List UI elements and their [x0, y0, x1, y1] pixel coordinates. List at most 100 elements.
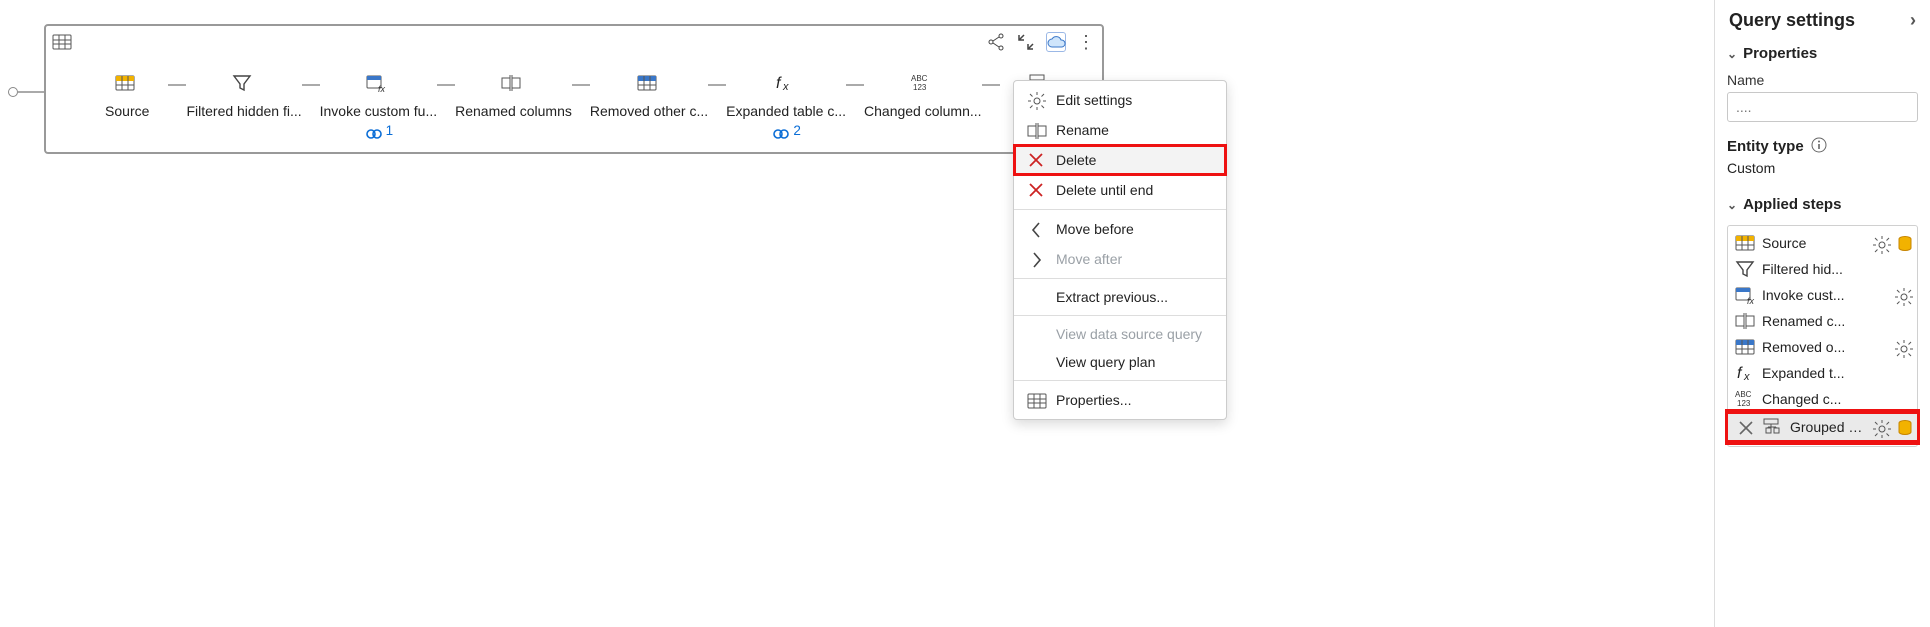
table-fx-icon — [1734, 285, 1756, 305]
ctx-edit-settings-label: Edit settings — [1056, 92, 1132, 108]
start-node — [8, 87, 18, 97]
step-connector — [437, 84, 455, 86]
rename-icon — [1734, 311, 1756, 331]
applied-step[interactable]: Expanded t... — [1728, 360, 1917, 386]
applied-step[interactable]: Removed o... — [1728, 334, 1917, 360]
table-yellow-icon — [1734, 233, 1756, 253]
group-icon — [1762, 417, 1784, 437]
chevron-right-icon — [1026, 250, 1046, 268]
abc123-icon — [1734, 389, 1756, 409]
diagram-step-label: Changed column... — [864, 103, 982, 119]
ctx-view-data-source-query-label: View data source query — [1056, 326, 1202, 342]
datasource-icon — [1895, 235, 1911, 251]
link-badge[interactable]: 1 — [364, 123, 394, 138]
gear-icon[interactable] — [1871, 234, 1889, 252]
name-field-label: Name — [1727, 72, 1918, 88]
applied-step[interactable]: Changed c... — [1728, 386, 1917, 412]
chevron-down-icon: ⌄ — [1727, 47, 1737, 61]
filter-icon — [1734, 259, 1756, 279]
step-connector — [168, 84, 186, 86]
applied-step[interactable]: Source — [1728, 230, 1917, 256]
gear-icon[interactable] — [1893, 286, 1911, 304]
applied-step[interactable]: Invoke cust... — [1728, 282, 1917, 308]
fx-icon — [772, 70, 800, 98]
step-connector — [572, 84, 590, 86]
step-connector — [846, 84, 864, 86]
query-name-input[interactable] — [1727, 92, 1918, 122]
more-options-icon[interactable]: ⋮ — [1076, 32, 1096, 52]
ctx-move-before[interactable]: Move before — [1014, 214, 1226, 244]
gear-icon[interactable] — [1893, 338, 1911, 356]
query-canvas: ⋮ Source Filtered hidden fi... Invoke cust… — [44, 24, 1104, 154]
info-icon[interactable] — [1810, 136, 1826, 156]
ctx-rename[interactable]: Rename — [1014, 115, 1226, 145]
diagram-step[interactable]: Invoke custom fu...1 — [320, 70, 438, 138]
diagram-step-label: Renamed columns — [455, 103, 572, 119]
diagram-step[interactable]: Source — [86, 70, 168, 119]
ctx-delete-label: Delete — [1056, 152, 1096, 168]
diagram-step-label: Filtered hidden fi... — [186, 103, 301, 119]
applied-step-label: Filtered hid... — [1762, 261, 1911, 277]
ctx-separator — [1014, 315, 1226, 316]
close-icon — [1026, 181, 1046, 199]
collapse-icon[interactable] — [1016, 32, 1036, 52]
query-settings-panel: Query settings › ⌄ Properties Name Entit… — [1714, 0, 1930, 627]
gear-icon[interactable] — [1871, 418, 1889, 436]
step-connector — [302, 84, 320, 86]
applied-steps-section-toggle[interactable]: ⌄ Applied steps — [1727, 194, 1918, 215]
ctx-properties[interactable]: Properties... — [1014, 385, 1226, 415]
diagram-step-label: Source — [105, 103, 149, 119]
entity-type-value: Custom — [1727, 160, 1918, 176]
diagram-step-label: Removed other c... — [590, 103, 708, 119]
panel-title: Query settings — [1729, 10, 1855, 31]
table-icon — [52, 32, 76, 56]
ctx-delete-until-end[interactable]: Delete until end — [1014, 175, 1226, 205]
diagram-step-label: Expanded table c... — [726, 103, 846, 119]
cloud-icon[interactable] — [1046, 32, 1066, 52]
ctx-rename-label: Rename — [1056, 122, 1109, 138]
ctx-view-data-source-query: View data source query — [1014, 320, 1226, 348]
chevron-left-icon — [1026, 220, 1046, 238]
gear-icon — [1026, 91, 1046, 109]
applied-step-label: Grouped ro... — [1790, 419, 1865, 435]
applied-step[interactable]: Renamed c... — [1728, 308, 1917, 334]
diagram-step[interactable]: Filtered hidden fi... — [186, 70, 301, 119]
link-badge[interactable]: 2 — [771, 123, 801, 138]
ctx-extract-previous-label: Extract previous... — [1056, 289, 1168, 305]
table-yellow-icon — [113, 70, 141, 98]
start-connector — [18, 91, 44, 93]
diagram-step[interactable]: Expanded table c... 2 — [726, 70, 846, 138]
fx-icon — [1734, 363, 1756, 383]
ctx-delete-until-end-label: Delete until end — [1056, 182, 1153, 198]
diagram-step[interactable]: Renamed columns — [455, 70, 572, 119]
filter-icon — [230, 70, 258, 98]
step-context-menu: Edit settings Rename Delete Delete until… — [1013, 80, 1227, 420]
ctx-edit-settings[interactable]: Edit settings — [1014, 85, 1226, 115]
chevron-down-icon: ⌄ — [1727, 198, 1737, 212]
rename-icon — [1026, 121, 1046, 139]
table-icon — [1026, 391, 1046, 409]
applied-step-label: Changed c... — [1762, 391, 1911, 407]
applied-step-label: Expanded t... — [1762, 365, 1911, 381]
diagram-step[interactable]: Changed column... — [864, 70, 982, 119]
share-icon[interactable] — [986, 32, 1006, 52]
diagram-step[interactable]: Removed other c... — [590, 70, 708, 119]
table-blue-icon — [1734, 337, 1756, 357]
ctx-extract-previous[interactable]: Extract previous... — [1014, 283, 1226, 311]
applied-step-label: Removed o... — [1762, 339, 1887, 355]
ctx-view-query-plan[interactable]: View query plan — [1014, 348, 1226, 376]
step-connector — [708, 84, 726, 86]
ctx-delete[interactable]: Delete — [1014, 145, 1226, 175]
table-fx-icon — [364, 70, 392, 98]
applied-steps-list: Source Filtered hid... Invoke cust...Renam… — [1727, 225, 1918, 447]
applied-step[interactable]: Grouped ro... — [1728, 412, 1917, 442]
ctx-separator — [1014, 209, 1226, 210]
chevron-right-icon[interactable]: › — [1910, 10, 1916, 31]
close-icon — [1026, 151, 1046, 169]
applied-step-label: Source — [1762, 235, 1865, 251]
applied-step[interactable]: Filtered hid... — [1728, 256, 1917, 282]
remove-step-icon[interactable] — [1734, 419, 1756, 435]
properties-section-toggle[interactable]: ⌄ Properties — [1727, 43, 1918, 64]
datasource-icon — [1895, 419, 1911, 435]
ctx-view-query-plan-label: View query plan — [1056, 354, 1155, 370]
